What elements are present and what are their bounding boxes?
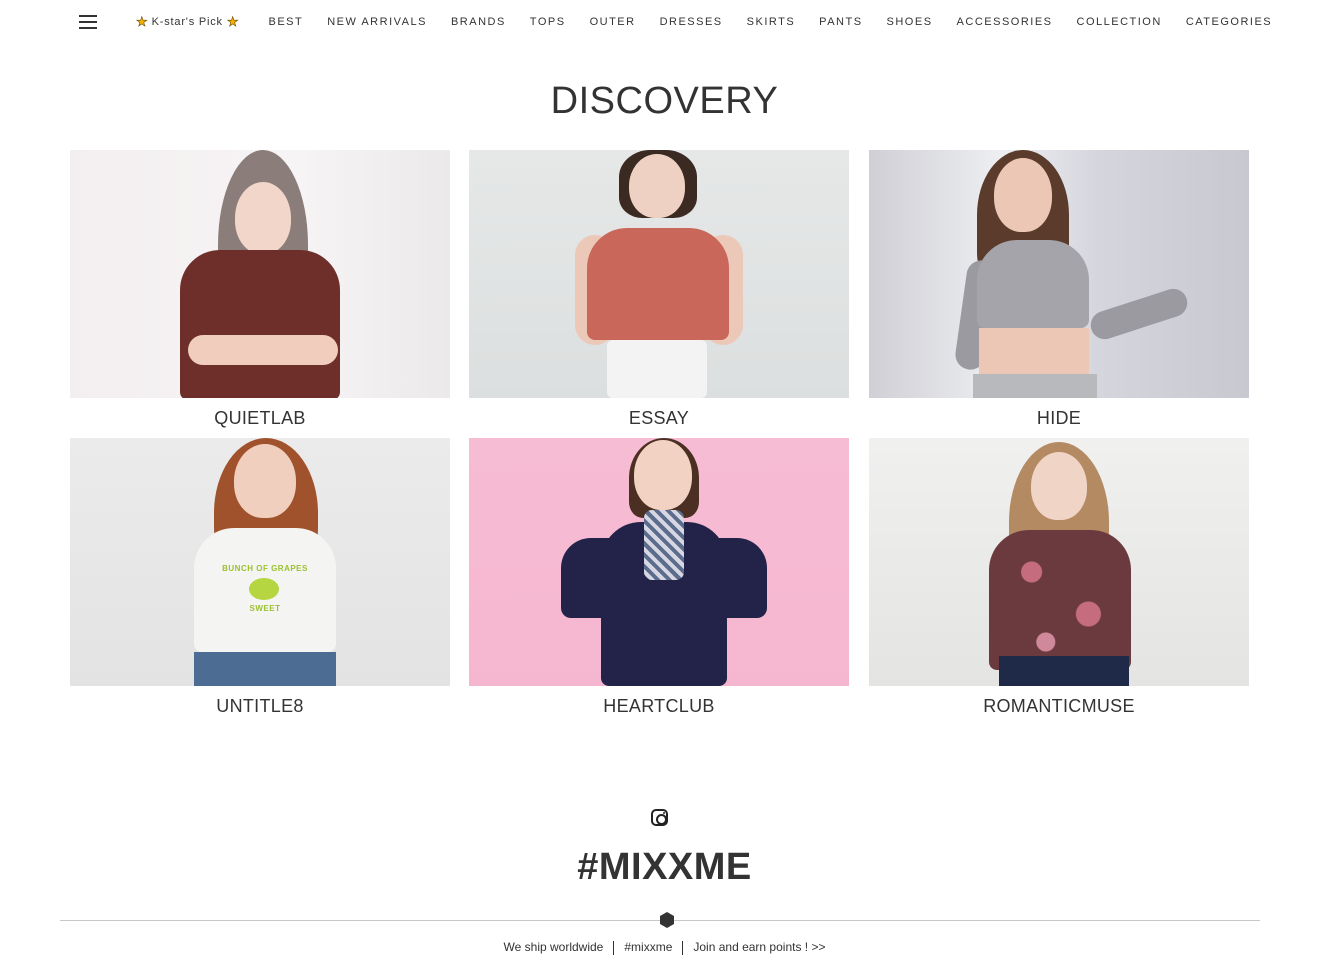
star-icon: ★ bbox=[136, 14, 148, 30]
brand-image-essay[interactable] bbox=[469, 150, 849, 398]
brand-image-romanticmuse[interactable] bbox=[869, 438, 1249, 686]
brand-card-untitle8[interactable]: BUNCH OF GRAPES SWEET UNTITLE8 bbox=[70, 438, 450, 718]
brand-name[interactable]: ESSAY bbox=[469, 408, 849, 429]
brand-image-heartclub[interactable] bbox=[469, 438, 849, 686]
nav-new-arrivals[interactable]: NEW ARRIVALS bbox=[327, 16, 427, 28]
brand-card-essay[interactable]: ESSAY bbox=[469, 150, 849, 430]
hexagon-icon bbox=[660, 912, 674, 928]
nav-pants[interactable]: PANTS bbox=[819, 16, 862, 28]
top-navigation: ★ K-star's Pick ★ BEST NEW ARRIVALS BRAN… bbox=[0, 0, 1329, 44]
tee-graphic-text: BUNCH OF GRAPES bbox=[222, 564, 308, 573]
brand-card-quietlab[interactable]: QUIETLAB bbox=[70, 150, 450, 430]
brand-name[interactable]: UNTITLE8 bbox=[70, 696, 450, 717]
footer-link-ship-worldwide[interactable]: We ship worldwide bbox=[494, 940, 614, 954]
nav-skirts[interactable]: SKIRTS bbox=[747, 16, 796, 28]
brand-name[interactable]: ROMANTICMUSE bbox=[869, 696, 1249, 717]
nav-kstars-pick[interactable]: ★ K-star's Pick ★ bbox=[136, 14, 243, 30]
brand-image-quietlab[interactable] bbox=[70, 150, 450, 398]
brand-image-hide[interactable] bbox=[869, 150, 1249, 398]
nav-outer[interactable]: OUTER bbox=[590, 16, 636, 28]
brand-name[interactable]: HIDE bbox=[869, 408, 1249, 429]
main-nav: ★ K-star's Pick ★ BEST NEW ARRIVALS BRAN… bbox=[136, 14, 1272, 30]
nav-tops[interactable]: TOPS bbox=[530, 16, 566, 28]
nav-dresses[interactable]: DRESSES bbox=[660, 16, 723, 28]
nav-collection[interactable]: COLLECTION bbox=[1077, 16, 1162, 28]
footer-links: We ship worldwide #mixxme Join and earn po… bbox=[0, 940, 1329, 955]
nav-shoes[interactable]: SHOES bbox=[887, 16, 933, 28]
nav-accessories[interactable]: ACCESSORIES bbox=[957, 16, 1053, 28]
tee-graphic-text: SWEET bbox=[249, 604, 281, 613]
instagram-hashtag[interactable]: #MIXXME bbox=[0, 846, 1329, 889]
nav-categories[interactable]: CATEGORIES bbox=[1186, 16, 1272, 28]
footer-link-mixxme[interactable]: #mixxme bbox=[614, 940, 682, 954]
nav-brands[interactable]: BRANDS bbox=[451, 16, 506, 28]
nav-kstars-pick-label: K-star's Pick bbox=[151, 16, 223, 28]
discovery-title: DISCOVERY bbox=[550, 80, 779, 122]
brand-name[interactable]: QUIETLAB bbox=[70, 408, 450, 429]
brand-card-romanticmuse[interactable]: ROMANTICMUSE bbox=[869, 438, 1249, 718]
star-icon: ★ bbox=[226, 14, 239, 30]
instagram-icon[interactable] bbox=[651, 809, 668, 826]
brand-name[interactable]: HEARTCLUB bbox=[469, 696, 849, 717]
brand-card-heartclub[interactable]: HEARTCLUB bbox=[469, 438, 849, 718]
brand-card-hide[interactable]: HIDE bbox=[869, 150, 1249, 430]
menu-icon[interactable] bbox=[79, 15, 97, 30]
nav-best[interactable]: BEST bbox=[269, 16, 304, 28]
footer-link-join-earn-points[interactable]: Join and earn points ! >> bbox=[683, 940, 835, 954]
brand-image-untitle8[interactable]: BUNCH OF GRAPES SWEET bbox=[70, 438, 450, 686]
